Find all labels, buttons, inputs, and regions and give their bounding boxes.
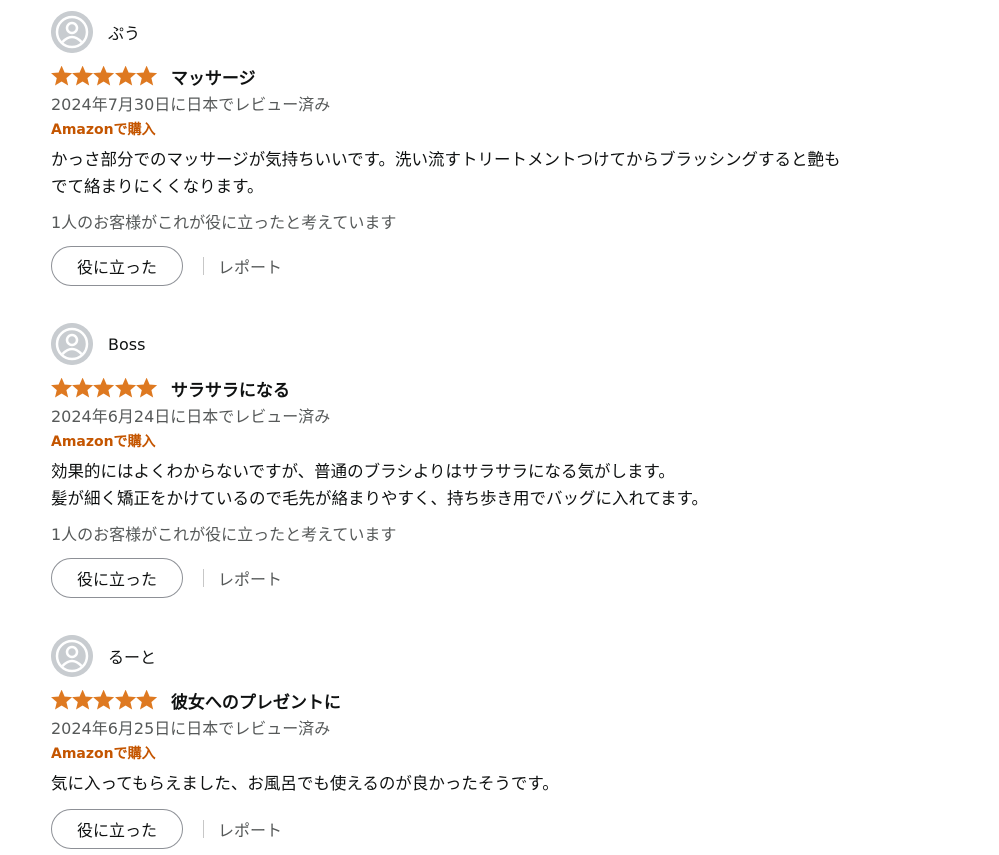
review-body-line: 効果的にはよくわからないですが、普通のブラシよりはサラサラになる気がします。 [51, 462, 675, 481]
star-icon [93, 66, 115, 86]
helpful-button[interactable]: 役に立った [51, 558, 183, 598]
star-rating[interactable] [51, 66, 157, 86]
star-icon [114, 66, 136, 86]
helpful-button[interactable]: 役に立った [51, 809, 183, 849]
divider [203, 820, 204, 838]
report-link[interactable]: レポート [218, 254, 282, 278]
star-icon [135, 690, 157, 710]
divider [203, 569, 204, 587]
review-title[interactable]: マッサージ [171, 64, 256, 89]
verified-purchase-badge: Amazonで購入 [51, 746, 156, 762]
avatar-icon [51, 323, 93, 365]
star-icon [72, 690, 94, 710]
star-icon [72, 66, 94, 86]
verified-purchase-badge: Amazonで購入 [51, 434, 156, 450]
review-date: 2024年6月24日に日本でレビュー済み [51, 407, 331, 426]
review-body-line: でて絡まりにくくなります。 [51, 177, 264, 196]
avatar-icon [51, 11, 93, 53]
star-icon [51, 378, 73, 398]
reviewer-profile[interactable]: Boss [51, 323, 971, 365]
report-link[interactable]: レポート [218, 817, 282, 841]
star-icon [114, 378, 136, 398]
report-link[interactable]: レポート [218, 566, 282, 590]
reviewer-name: ぷう [108, 24, 141, 43]
star-icon [51, 690, 73, 710]
review-item: るーと 彼女へのプレゼントに 2024年6月25日に日本でレビュー済み Amaz… [51, 635, 971, 849]
review-item: Boss サラサラになる 2024年6月24日に日本でレビュー済み Amazon… [51, 323, 971, 598]
divider [203, 257, 204, 275]
review-item: ぷう マッサージ 2024年7月30日に日本でレビュー済み Amazonで購入 … [51, 11, 971, 286]
review-body: かっさ部分でのマッサージが気持ちいいです。洗い流すトリートメントつけてからブラッ… [51, 146, 971, 200]
star-icon [135, 66, 157, 86]
reviewer-name: Boss [108, 334, 146, 354]
review-body-line: 髪が細く矯正をかけているので毛先が絡まりやすく、持ち歩き用でバッグに入れてます。 [51, 489, 709, 508]
review-body-line: 気に入ってもらえました、お風呂でも使えるのが良かったそうです。 [51, 774, 559, 793]
star-rating[interactable] [51, 690, 157, 710]
review-date: 2024年6月25日に日本でレビュー済み [51, 719, 331, 738]
star-icon [72, 378, 94, 398]
reviewer-profile[interactable]: るーと [51, 635, 971, 677]
review-title[interactable]: 彼女へのプレゼントに [171, 688, 341, 713]
review-body: 効果的にはよくわからないですが、普通のブラシよりはサラサラになる気がします。 髪… [51, 458, 971, 512]
star-icon [93, 690, 115, 710]
star-icon [51, 66, 73, 86]
reviewer-profile[interactable]: ぷう [51, 11, 971, 53]
helpful-count: 1人のお客様がこれが役に立ったと考えています [51, 525, 397, 544]
star-icon [114, 690, 136, 710]
verified-purchase-badge: Amazonで購入 [51, 122, 156, 138]
review-body-line: かっさ部分でのマッサージが気持ちいいです。洗い流すトリートメントつけてからブラッ… [51, 150, 841, 169]
review-title[interactable]: サラサラになる [171, 376, 290, 401]
review-date: 2024年7月30日に日本でレビュー済み [51, 95, 331, 114]
star-rating[interactable] [51, 378, 157, 398]
reviewer-name: るーと [108, 648, 157, 667]
helpful-count: 1人のお客様がこれが役に立ったと考えています [51, 213, 397, 232]
star-icon [93, 378, 115, 398]
helpful-button[interactable]: 役に立った [51, 246, 183, 286]
review-body: 気に入ってもらえました、お風呂でも使えるのが良かったそうです。 [51, 770, 971, 797]
star-icon [135, 378, 157, 398]
avatar-icon [51, 635, 93, 677]
